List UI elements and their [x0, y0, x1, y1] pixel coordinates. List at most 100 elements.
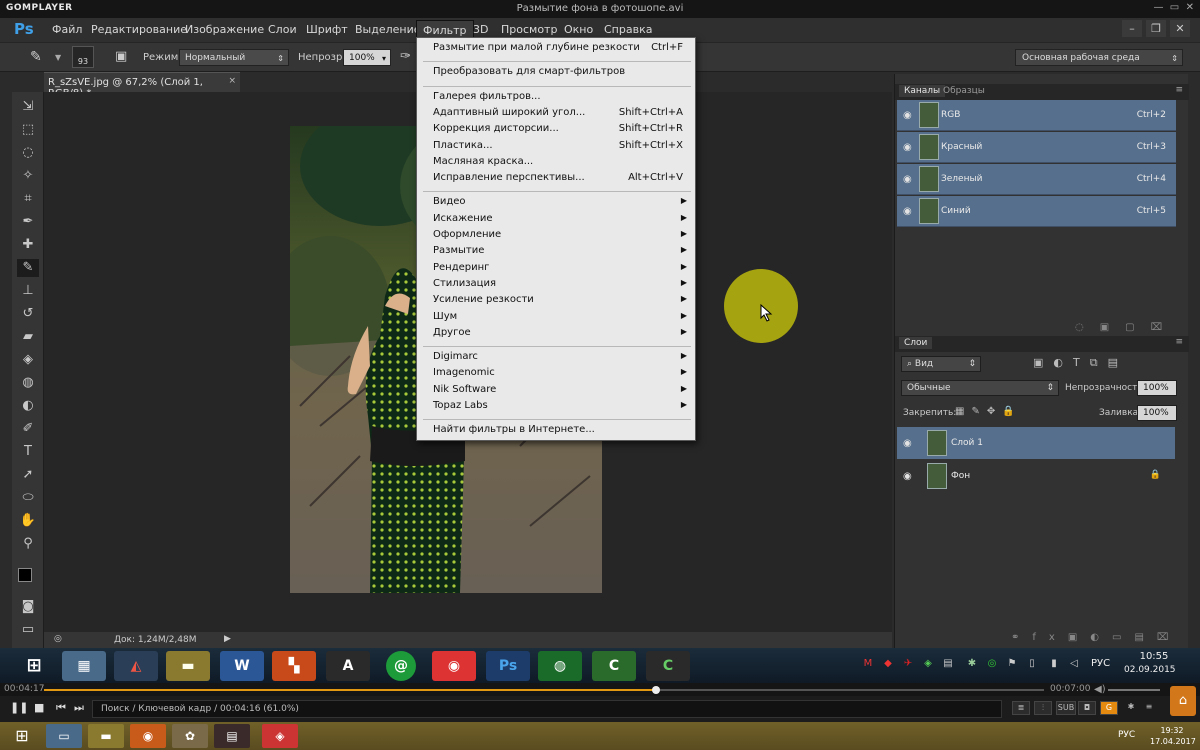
brush-size-preview[interactable]: 93: [72, 46, 94, 68]
layer-filter-icons[interactable]: ▣◐T⧉▤: [1033, 356, 1128, 370]
volume-icon[interactable]: ◀): [1094, 684, 1106, 695]
app-icon[interactable]: ◈: [262, 724, 298, 748]
blur-tool-icon[interactable]: ◍: [17, 374, 39, 392]
eq-icon[interactable]: ⫶: [1034, 701, 1052, 715]
menu-help[interactable]: Справка: [604, 23, 652, 36]
tray-icon[interactable]: ▤: [942, 658, 954, 670]
seek-track[interactable]: [44, 686, 1044, 694]
app-icon[interactable]: ▚: [272, 651, 316, 681]
channel-row[interactable]: ◉ Красный Ctrl+3: [897, 132, 1176, 163]
eyedropper-icon[interactable]: ✒: [17, 213, 39, 231]
lasso-tool-icon[interactable]: ◌: [17, 144, 39, 162]
filter-menu-item[interactable]: Галерея фильтров...: [433, 91, 683, 107]
layer-opacity-field[interactable]: 100%: [1137, 380, 1177, 396]
ps-close-icon[interactable]: ✕: [1170, 20, 1190, 37]
dodge-tool-icon[interactable]: ◐: [17, 397, 39, 415]
eye-icon[interactable]: ◉: [903, 206, 912, 217]
menu-image[interactable]: Изображение: [185, 23, 264, 36]
ps-restore-icon[interactable]: ❐: [1146, 20, 1166, 37]
brush-tool-icon[interactable]: ✎: [30, 49, 42, 65]
close-icon[interactable]: ✕: [1186, 2, 1194, 13]
filter-menu-item[interactable]: Видео ▶: [433, 196, 687, 212]
filter-menu-item[interactable]: Коррекция дисторсии... Shift+Ctrl+R: [433, 123, 683, 139]
menu-view[interactable]: Просмотр: [501, 23, 557, 36]
filter-menu-item[interactable]: Оформление ▶: [433, 229, 687, 245]
photoshop-app-icon[interactable]: Ps: [486, 651, 530, 681]
menu-select[interactable]: Выделение: [355, 23, 421, 36]
menu-icon[interactable]: ≡: [1140, 701, 1158, 715]
document-tab[interactable]: R_sZsVE.jpg @ 67,2% (Слой 1, RGB/8) * ×: [44, 72, 240, 99]
layer-row-layer1[interactable]: ◉ Слой 1: [897, 427, 1175, 459]
filter-menu-item[interactable]: Исправление перспективы... Alt+Ctrl+V: [433, 172, 683, 188]
capture-icon[interactable]: ◘: [1078, 701, 1096, 715]
chrome-app-icon[interactable]: ◉: [432, 651, 476, 681]
volume-slider[interactable]: [1108, 689, 1160, 691]
tab-channels[interactable]: Каналы: [899, 85, 946, 97]
airbrush-icon[interactable]: ✑: [400, 49, 411, 64]
channel-buttons[interactable]: ◌▣▢⌧: [1075, 322, 1178, 333]
calculator-app-icon[interactable]: ▦: [62, 651, 106, 681]
network-icon[interactable]: ▮: [1048, 658, 1060, 670]
filter-menu-item[interactable]: Шум ▶: [433, 311, 687, 327]
filter-menu-item[interactable]: Digimarc ▶: [433, 351, 687, 367]
playlist-icon[interactable]: ≣: [1012, 701, 1030, 715]
filter-menu-item[interactable]: Topaz Labs ▶: [433, 400, 687, 416]
ps-minimize-icon[interactable]: –: [1122, 20, 1142, 37]
quick-mask-icon[interactable]: ◙: [17, 598, 39, 616]
camtasia-app-icon[interactable]: C: [592, 651, 636, 681]
blend-mode-select[interactable]: Обычные ⇕: [901, 380, 1059, 396]
firefox-app-icon[interactable]: ◉: [130, 724, 166, 748]
next-button[interactable]: ⏭: [74, 701, 84, 715]
stop-button[interactable]: ■: [34, 701, 44, 714]
panel-menu-icon[interactable]: ≡: [1175, 85, 1183, 95]
gomlab-home-icon[interactable]: ⌂: [1170, 686, 1196, 716]
close-tab-icon[interactable]: ×: [228, 76, 236, 86]
eye-icon[interactable]: ◉: [903, 142, 912, 153]
filter-menu-item[interactable]: Масляная краска...: [433, 156, 683, 172]
filter-menu-item[interactable]: Стилизация ▶: [433, 278, 687, 294]
tab-layers[interactable]: Слои: [899, 337, 933, 349]
eye-icon[interactable]: ◉: [903, 110, 912, 121]
hand-tool-icon[interactable]: ✋: [17, 512, 39, 530]
eye-icon[interactable]: ◉: [903, 438, 912, 449]
filter-menu-item[interactable]: Искажение ▶: [433, 213, 687, 229]
channel-row[interactable]: ◉ Зеленый Ctrl+4: [897, 164, 1176, 195]
eye-icon[interactable]: ◉: [903, 174, 912, 185]
tray-icon[interactable]: ◈: [922, 658, 934, 670]
volume-icon[interactable]: ◁: [1068, 658, 1080, 670]
layer-name[interactable]: Фон: [951, 471, 970, 481]
filter-menu-item[interactable]: Размытие ▶: [433, 245, 687, 261]
menu-3d[interactable]: 3D: [473, 23, 488, 36]
filter-menu-item[interactable]: Nik Software ▶: [433, 384, 687, 400]
history-brush-icon[interactable]: ↺: [17, 305, 39, 323]
seek-handle[interactable]: [652, 686, 660, 694]
path-select-icon[interactable]: ➚: [17, 466, 39, 484]
filter-menu-item[interactable]: Imagenomic ▶: [433, 367, 687, 383]
explorer-app-icon[interactable]: ▬: [88, 724, 124, 748]
brush-tool-icon[interactable]: ✎: [17, 259, 39, 277]
zoom-icon[interactable]: ◎: [54, 634, 62, 644]
app-icon[interactable]: ◍: [538, 651, 582, 681]
move-tool-icon[interactable]: ⇲: [17, 98, 39, 116]
stamp-tool-icon[interactable]: ⊥: [17, 282, 39, 300]
tab-swatches[interactable]: Образцы: [943, 86, 985, 96]
tray-icon[interactable]: ⚑: [1006, 658, 1018, 670]
menu-edit[interactable]: Редактирование: [91, 23, 187, 36]
player-window-controls[interactable]: — ▭ ✕: [1153, 2, 1194, 13]
tray-icon[interactable]: ✱: [966, 658, 978, 670]
lang-indicator[interactable]: РУС: [1118, 730, 1135, 740]
zoom-tool-icon[interactable]: ⚲: [17, 535, 39, 553]
tray-icon[interactable]: ▯: [1026, 658, 1038, 670]
marquee-tool-icon[interactable]: ⬚: [17, 121, 39, 139]
shape-tool-icon[interactable]: ⬭: [17, 489, 39, 507]
icq-app-icon[interactable]: @: [386, 651, 416, 681]
menu-file[interactable]: Файл: [52, 23, 82, 36]
type-tool-icon[interactable]: T: [17, 443, 39, 461]
chevron-down-icon[interactable]: ▼: [55, 53, 61, 62]
fill-field[interactable]: 100%: [1137, 405, 1177, 421]
quick-select-icon[interactable]: ✧: [17, 167, 39, 185]
lock-icons[interactable]: ▦✎✥🔒: [955, 406, 1022, 417]
fonts-app-icon[interactable]: A: [326, 651, 370, 681]
paint-bucket-icon[interactable]: ◈: [17, 351, 39, 369]
previous-button[interactable]: ⏮: [56, 701, 66, 715]
